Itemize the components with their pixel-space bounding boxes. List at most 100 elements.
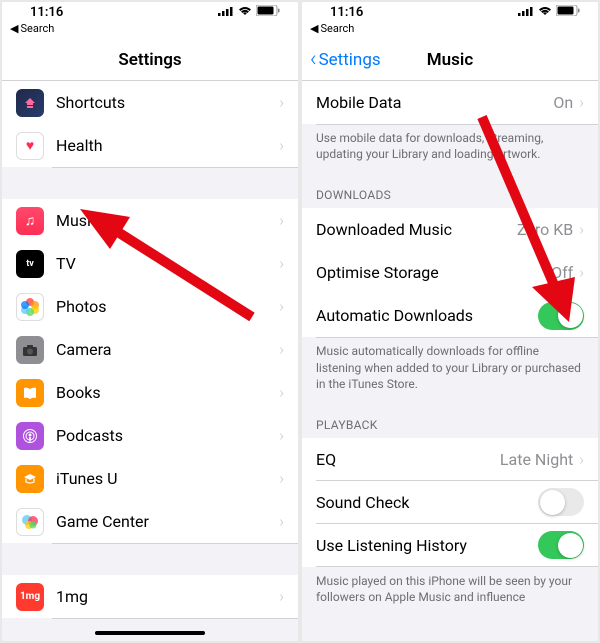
battery-icon [256,5,280,20]
wifi-icon [238,5,252,20]
footer-mobile-data: Use mobile data for downloads, streaming… [302,124,598,170]
row-automatic-downloads: Automatic Downloads [302,294,598,337]
row-value: Zero KB [517,220,573,239]
photos-icon [16,293,44,321]
page-title: Music [427,50,473,70]
gamecenter-icon [16,508,44,536]
status-bar: 11:16 [302,2,598,22]
chevron-left-icon: ◀ [10,22,18,35]
row-tv[interactable]: tv TV › [2,242,298,285]
row-label: Shortcuts [56,93,279,112]
books-icon [16,379,44,407]
row-label: Photos [56,297,279,316]
row-value: On [553,93,573,112]
row-camera[interactable]: Camera › [2,328,298,371]
chevron-right-icon: › [579,450,584,469]
row-label: Mobile Data [316,93,553,112]
row-optimise-storage[interactable]: Optimise Storage Off › [302,251,598,294]
row-label: TV [56,254,279,273]
footer-listening-history: Music played on this iPhone will be seen… [302,567,598,613]
chevron-right-icon: › [279,426,284,445]
row-label: iTunes U [56,469,279,488]
nav-back-label: Settings [319,50,381,70]
header-downloads: DOWNLOADS [302,170,598,208]
podcasts-icon [16,422,44,450]
toggle-sound-check[interactable] [538,488,584,516]
signal-icon [518,5,534,20]
row-value: Off [551,263,573,282]
row-mobile-data[interactable]: Mobile Data On › [302,81,598,124]
tv-icon: tv [16,250,44,278]
row-podcasts[interactable]: Podcasts › [2,414,298,457]
chevron-right-icon: › [579,263,584,282]
battery-icon [556,5,580,20]
row-sound-check: Sound Check [302,481,598,524]
row-label: Optimise Storage [316,263,551,282]
back-search-label: Search [20,22,54,35]
back-search-label: Search [320,22,354,35]
health-icon: ♥ [16,132,44,160]
row-label: Game Center [56,512,279,531]
back-to-search[interactable]: ◀ Search [302,22,598,39]
right-phone-music-settings: 11:16 ◀ Search ‹ Settings Music Mobile D… [302,2,598,641]
group-gap [2,167,298,199]
itunesu-icon [16,465,44,493]
music-icon: ♫ [16,207,44,235]
chevron-right-icon: › [279,136,284,155]
chevron-right-icon: › [579,93,584,112]
chevron-right-icon: › [279,512,284,531]
row-label: Camera [56,340,279,359]
row-itunesu[interactable]: iTunes U › [2,457,298,500]
page-title: Settings [118,50,181,70]
chevron-right-icon: › [279,383,284,402]
row-health[interactable]: ♥ Health › [2,124,298,167]
row-label: Podcasts [56,426,279,445]
chevron-right-icon: › [279,297,284,316]
row-photos[interactable]: Photos › [2,285,298,328]
row-label: Health [56,136,279,155]
row-1mg[interactable]: 1mg 1mg › [2,575,298,618]
row-value: Late Night [500,450,573,469]
camera-icon [16,336,44,364]
signal-icon [218,5,234,20]
row-listening-history: Use Listening History [302,524,598,567]
header-playback: PLAYBACK [302,400,598,438]
chevron-left-icon: ◀ [310,22,318,35]
row-label: EQ [316,450,500,469]
settings-list-group2: ♫ Music › tv TV › [2,199,298,543]
nav-bar: Settings [2,39,298,81]
row-books[interactable]: Books › [2,371,298,414]
chevron-right-icon: › [279,587,284,606]
settings-list-group1: Shortcuts › ♥ Health › [2,81,298,167]
settings-list-group3: 1mg 1mg › [2,575,298,618]
chevron-right-icon: › [579,220,584,239]
left-phone-settings: 11:16 ◀ Search Settings Shortcuts › ♥ He… [2,2,298,641]
chevron-left-icon: ‹ [310,47,317,72]
row-label: Books [56,383,279,402]
chevron-right-icon: › [279,254,284,273]
status-time: 11:16 [30,5,63,20]
row-label: Music [56,211,279,230]
row-shortcuts[interactable]: Shortcuts › [2,81,298,124]
status-time: 11:16 [330,5,363,20]
chevron-right-icon: › [279,469,284,488]
toggle-listening-history[interactable] [538,531,584,559]
shortcuts-icon [16,89,44,117]
row-music[interactable]: ♫ Music › [2,199,298,242]
row-downloaded-music[interactable]: Downloaded Music Zero KB › [302,208,598,251]
nav-back-button[interactable]: ‹ Settings [310,47,381,72]
row-eq[interactable]: EQ Late Night › [302,438,598,481]
row-gamecenter[interactable]: Game Center › [2,500,298,543]
back-to-search[interactable]: ◀ Search [2,22,298,39]
row-label: Automatic Downloads [316,306,538,325]
nav-bar: ‹ Settings Music [302,39,598,81]
toggle-automatic-downloads[interactable] [538,302,584,330]
app-1mg-icon: 1mg [16,583,44,611]
row-label: Sound Check [316,493,538,512]
group-gap [2,543,298,575]
chevron-right-icon: › [279,340,284,359]
chevron-right-icon: › [279,93,284,112]
row-label: 1mg [56,587,279,606]
chevron-right-icon: › [279,211,284,230]
home-indicator[interactable] [95,631,205,635]
